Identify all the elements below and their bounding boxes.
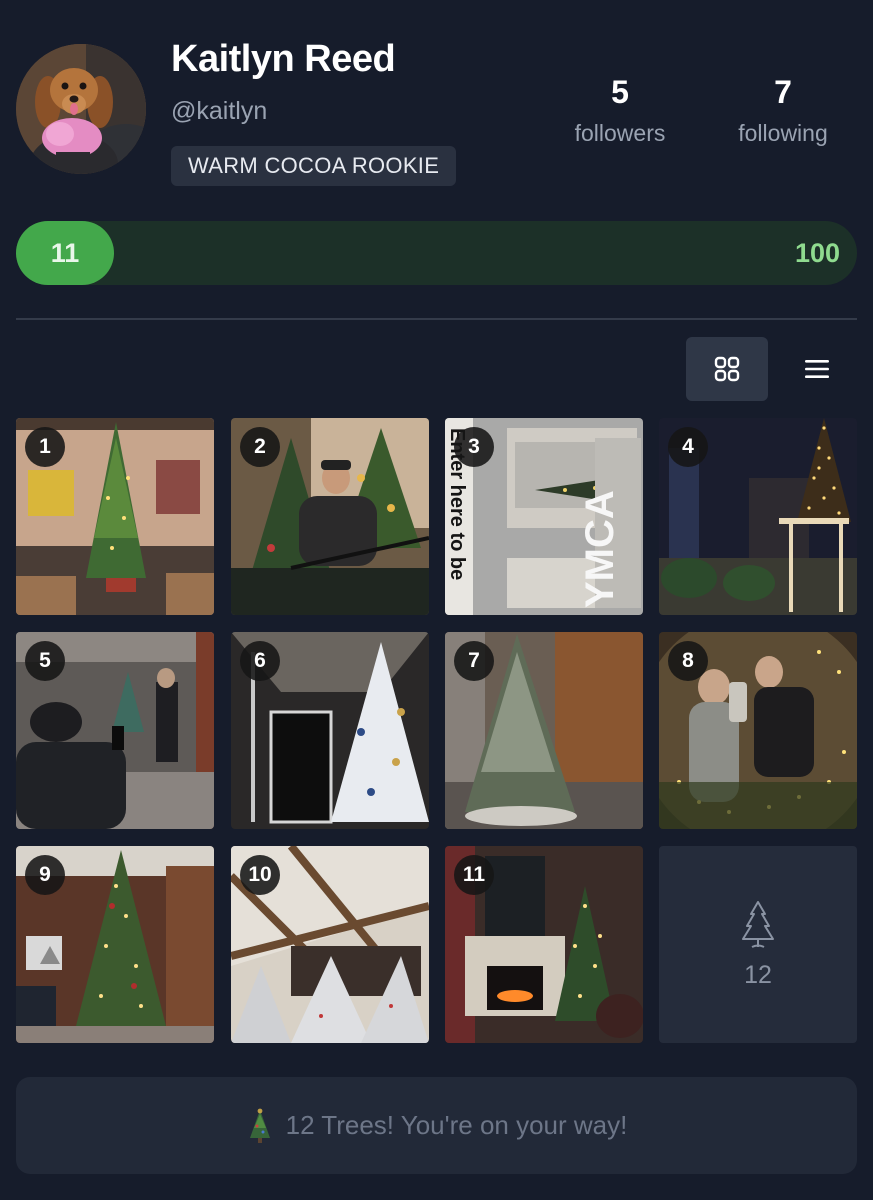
dog-avatar-icon [16, 44, 146, 174]
tree-outline-icon [742, 901, 774, 948]
rank-badge: WARM COCOA ROOKIE [171, 146, 457, 186]
tree-number: 5 [25, 641, 65, 681]
tree-number: 3 [454, 427, 494, 467]
grid-view-button[interactable] [686, 337, 768, 401]
tree-photo-3[interactable]: Enter here to be YMCA 3 [445, 418, 643, 615]
avatar[interactable] [16, 44, 146, 174]
tree-number: 7 [454, 641, 494, 681]
tree-number: 4 [668, 427, 708, 467]
progress-bar: 11 100 [16, 221, 857, 285]
tree-number: 6 [240, 641, 280, 681]
progress-current: 11 [50, 238, 80, 268]
menu-icon [805, 360, 829, 378]
svg-text:YMCA: YMCA [578, 490, 622, 608]
tree-number: 10 [240, 855, 280, 895]
milestone-text: 12 Trees! You're on your way! [285, 1110, 628, 1140]
tree-photo-11[interactable]: 11 [445, 846, 643, 1043]
divider [16, 318, 857, 320]
tree-photo-6[interactable]: 6 [231, 632, 429, 829]
tree-photo-5[interactable]: 5 [16, 632, 214, 829]
next-tree-number: 12 [744, 961, 772, 989]
grid-icon [714, 356, 740, 382]
milestone-banner: 12 Trees! You're on your way! [16, 1077, 857, 1174]
tree-number: 2 [240, 427, 280, 467]
tree-photo-2[interactable]: 2 [231, 418, 429, 615]
tree-photo-9[interactable]: 9 [16, 846, 214, 1043]
tree-photo-7[interactable]: 7 [445, 632, 643, 829]
tree-photo-1[interactable]: 1 [16, 418, 214, 615]
christmas-tree-icon [249, 1108, 270, 1143]
tree-photo-8[interactable]: 8 [659, 632, 857, 829]
profile-name: Kaitlyn Reed [171, 38, 396, 80]
progress-goal: 100 [794, 238, 840, 268]
tree-number: 11 [454, 855, 494, 895]
next-tree-slot[interactable]: 12 [659, 846, 857, 1043]
tree-photo-10[interactable]: 10 [231, 846, 429, 1043]
tree-number: 8 [668, 641, 708, 681]
profile-handle: @kaitlyn [171, 97, 268, 125]
tree-number: 1 [25, 427, 65, 467]
followers-stat[interactable]: 5 followers [550, 70, 690, 147]
followers-label: followers [574, 120, 666, 146]
following-label: following [738, 120, 828, 146]
tree-photo-4[interactable]: 4 [659, 418, 857, 615]
tree-number: 9 [25, 855, 65, 895]
list-view-button[interactable] [776, 337, 858, 401]
following-stat[interactable]: 7 following [713, 70, 853, 147]
following-count: 7 [774, 74, 792, 110]
followers-count: 5 [611, 74, 629, 110]
